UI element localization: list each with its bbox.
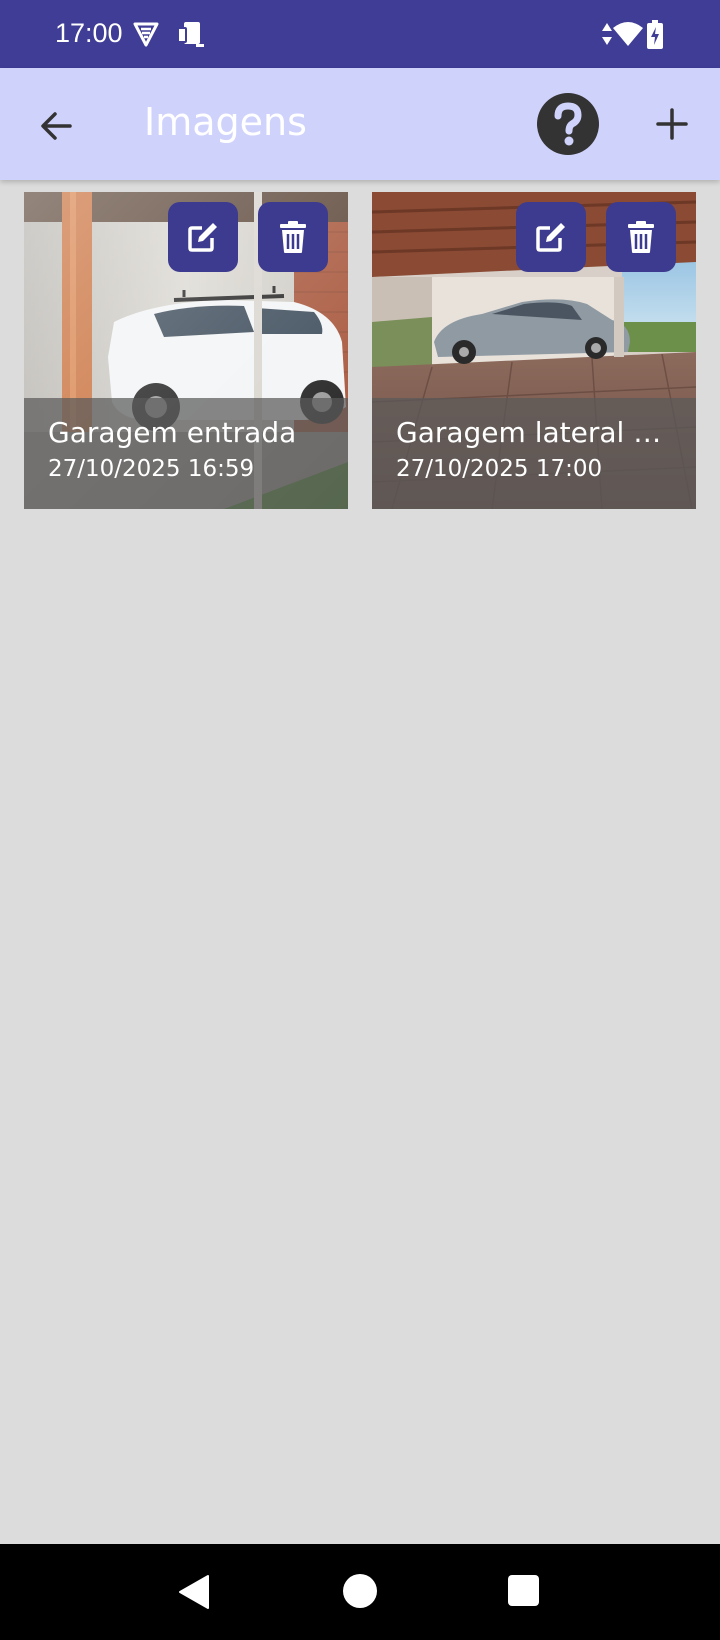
help-circle-icon	[537, 93, 599, 155]
status-bar: 17:00	[0, 0, 720, 68]
system-nav-bar	[0, 1544, 720, 1640]
edit-button[interactable]	[168, 202, 238, 272]
battery-charging-icon	[646, 20, 664, 54]
home-circle-icon[interactable]	[343, 1574, 377, 1608]
image-date: 27/10/2025 16:59	[48, 456, 255, 482]
page-title: Imagens	[144, 100, 307, 144]
edit-button[interactable]	[516, 202, 586, 272]
image-card[interactable]: Garagem lateral s... 27/10/2025 17:00	[372, 192, 696, 509]
app-bar: Imagens	[0, 68, 720, 180]
vpn-shield-icon	[132, 20, 160, 52]
image-title: Garagem lateral s...	[396, 416, 672, 449]
delete-button[interactable]	[258, 202, 328, 272]
image-date: 27/10/2025 17:00	[396, 456, 603, 482]
edit-icon	[536, 223, 565, 252]
image-caption: Garagem lateral s... 27/10/2025 17:00	[372, 398, 696, 509]
wifi-icon	[612, 20, 644, 52]
delete-button[interactable]	[606, 202, 676, 272]
back-triangle-icon[interactable]	[178, 1574, 210, 1610]
plus-icon	[656, 108, 688, 140]
image-caption: Garagem entrada 27/10/2025 16:59	[24, 398, 348, 509]
device-sync-icon	[176, 20, 206, 52]
recents-square-icon[interactable]	[508, 1575, 539, 1606]
edit-icon	[188, 223, 217, 252]
add-button[interactable]	[648, 100, 696, 148]
trash-icon	[280, 221, 306, 253]
image-card[interactable]: Garagem entrada 27/10/2025 16:59	[24, 192, 348, 509]
arrow-left-icon	[41, 112, 72, 140]
trash-icon	[628, 221, 654, 253]
help-button[interactable]	[536, 92, 600, 156]
back-button[interactable]	[30, 100, 82, 152]
status-time: 17:00	[55, 18, 123, 48]
image-title: Garagem entrada	[48, 416, 297, 449]
